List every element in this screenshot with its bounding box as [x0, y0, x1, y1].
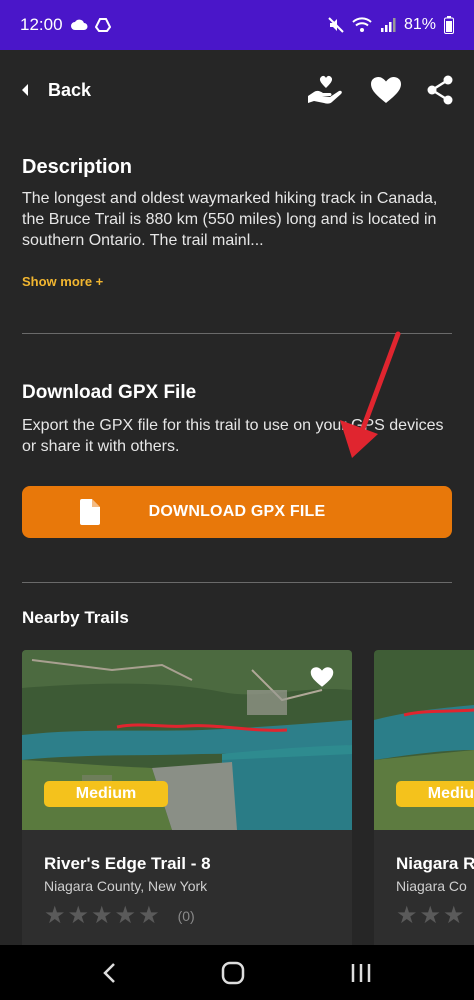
trail-card-info: Niagara R Niagara Co ★ ★ ★: [374, 830, 474, 945]
annotation-arrow-icon: [340, 331, 401, 458]
trail-name: River's Edge Trail - 8: [44, 854, 211, 873]
section-divider: [22, 582, 452, 583]
description-text: The longest and oldest waymarked hiking …: [22, 190, 438, 249]
trail-card[interactable]: Medium River's Edge Trail - 8 Niagara Co…: [22, 650, 352, 945]
download-gpx-button[interactable]: DOWNLOAD GPX FILE: [22, 486, 452, 538]
home-nav-icon[interactable]: [221, 961, 245, 985]
difficulty-badge: Medium: [396, 781, 474, 807]
share-icon[interactable]: [426, 75, 454, 105]
back-nav-icon[interactable]: [102, 962, 116, 984]
battery-percent: 81%: [403, 16, 436, 33]
cloud-icon: [70, 19, 88, 30]
trail-card[interactable]: Medium Niagara R Niagara Co ★ ★ ★: [374, 650, 474, 945]
nearby-trails-title: Nearby Trails: [22, 608, 129, 627]
status-time: 12:00: [20, 15, 63, 34]
star-icon: ★: [419, 902, 442, 929]
rating-stars: ★ ★ ★: [396, 904, 465, 928]
status-bar: 12:00 81%: [0, 0, 474, 50]
download-gpx-label: DOWNLOAD GPX FILE: [148, 503, 326, 520]
system-nav-bar: [0, 945, 474, 1000]
rating-count: (0): [177, 908, 195, 924]
star-icon: ★: [396, 902, 418, 929]
drive-icon: [94, 18, 111, 32]
favorite-heart-icon[interactable]: [370, 76, 402, 104]
status-right: 81%: [328, 16, 454, 34]
back-button[interactable]: Back: [20, 80, 91, 101]
file-icon: [80, 499, 100, 525]
trail-card-info: River's Edge Trail - 8 Niagara County, N…: [22, 830, 352, 945]
card-favorite-icon[interactable]: [310, 666, 334, 688]
header-actions: [306, 74, 454, 106]
trail-location: Niagara Co: [396, 878, 467, 894]
battery-icon: [444, 16, 454, 34]
trail-location: Niagara County, New York: [44, 878, 208, 894]
back-arrow-icon: [22, 84, 28, 96]
show-more-link[interactable]: Show more +: [22, 274, 103, 289]
gpx-section-title: Download GPX File: [22, 382, 197, 403]
app-header: Back: [0, 50, 474, 130]
recents-nav-icon[interactable]: [350, 962, 372, 984]
rating-stars: ★ ★ ★ ★ ★ (0): [44, 904, 195, 928]
star-icon: ★: [443, 902, 465, 929]
trail-details-content[interactable]: Description The longest and oldest wayma…: [0, 130, 474, 945]
description-title: Description: [22, 156, 133, 178]
star-icon: ★: [44, 902, 66, 929]
trail-name: Niagara R: [396, 854, 474, 873]
signal-icon: [380, 18, 396, 32]
donate-icon[interactable]: [306, 74, 346, 106]
star-icon: ★: [67, 902, 90, 929]
back-label: Back: [48, 79, 92, 100]
status-left-icons: [70, 18, 111, 32]
star-icon: ★: [91, 902, 113, 929]
star-icon: ★: [114, 902, 137, 929]
mute-icon: [328, 17, 344, 33]
wifi-icon: [352, 17, 372, 32]
star-icon: ★: [138, 902, 160, 929]
difficulty-badge: Medium: [44, 781, 168, 807]
